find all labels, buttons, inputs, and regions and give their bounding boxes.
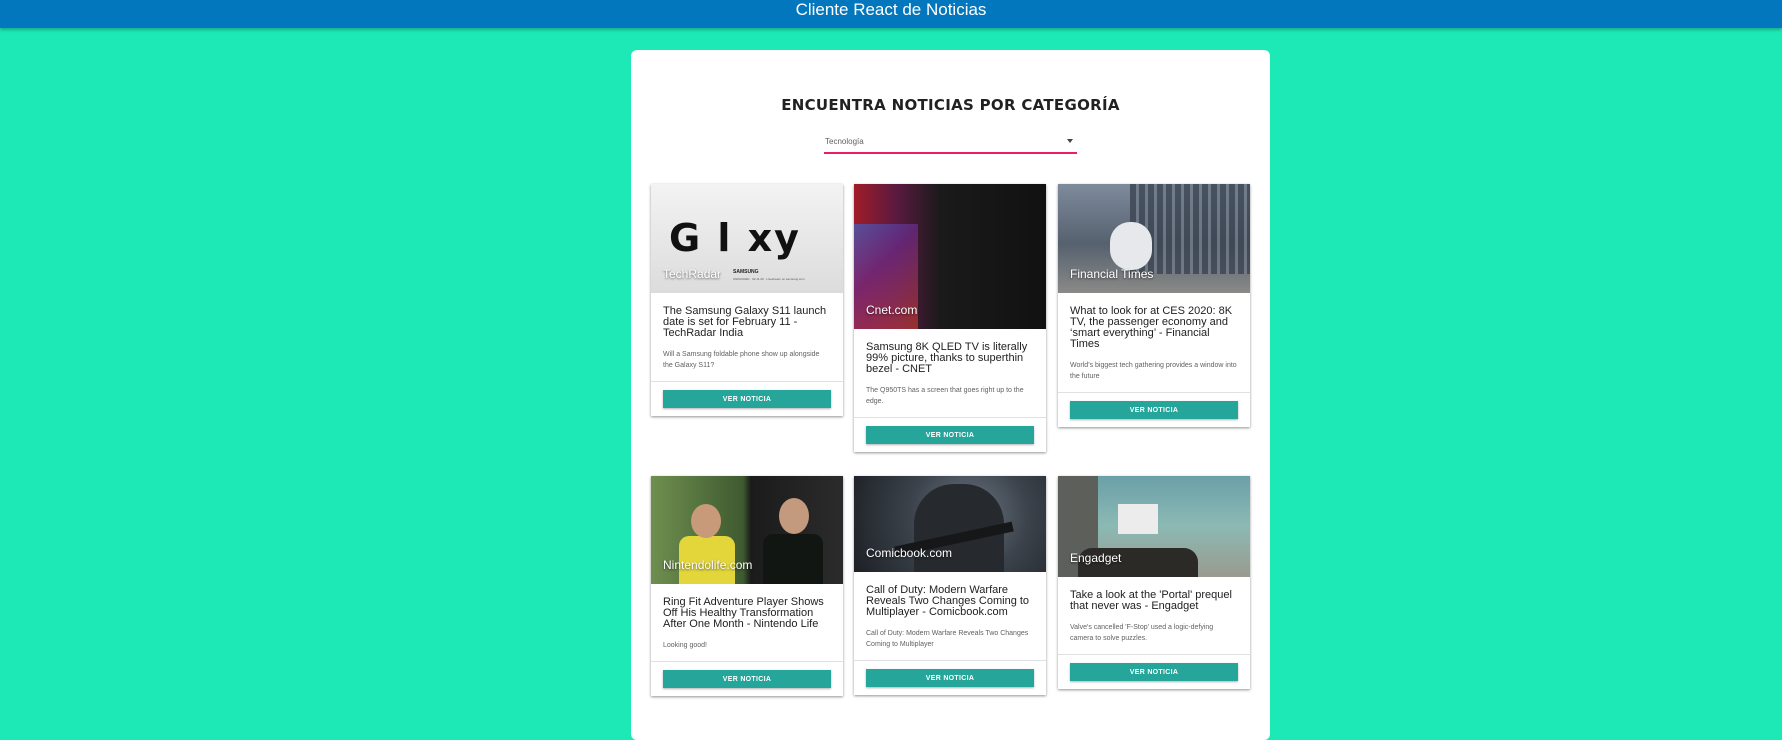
app-header: Cliente React de Noticias	[0, 0, 1782, 28]
news-card: Cnet.com Samsung 8K QLED TV is literally…	[854, 184, 1046, 452]
person-graphic	[691, 504, 721, 538]
news-card-title: Take a look at the 'Portal' prequel that…	[1070, 589, 1232, 612]
ver-noticia-button[interactable]: VER NOTICIA	[866, 669, 1034, 687]
news-card: G l xy SAMSUNG UNPACKED · 02.11.20 · Liv…	[651, 184, 843, 416]
news-card-title: The Samsung Galaxy S11 launch date is se…	[663, 305, 827, 339]
chevron-down-icon	[1067, 139, 1073, 143]
news-card-image: Financial Times	[1058, 184, 1250, 293]
room-graphic	[1118, 504, 1158, 534]
news-card-image: Engadget	[1058, 476, 1250, 577]
news-card-description: Valve's cancelled 'F-Stop' used a logic-…	[1070, 624, 1214, 642]
news-card-source: Cnet.com	[866, 303, 918, 317]
ver-noticia-button[interactable]: VER NOTICIA	[1070, 401, 1238, 419]
news-card-description: Looking good!	[663, 642, 707, 649]
news-card-source: Financial Times	[1070, 267, 1154, 281]
news-card-title: Call of Duty: Modern Warfare Reveals Two…	[866, 584, 1030, 618]
app-title: Cliente React de Noticias	[795, 0, 987, 19]
news-card-description: Will a Samsung foldable phone show up al…	[663, 351, 820, 369]
vehicle-graphic	[1110, 222, 1152, 270]
news-card-image: G l xy SAMSUNG UNPACKED · 02.11.20 · Liv…	[651, 184, 843, 293]
news-card-description: Call of Duty: Modern Warfare Reveals Two…	[866, 630, 1029, 648]
samsung-logo-text: SAMSUNG	[733, 269, 759, 275]
person-graphic	[763, 534, 823, 584]
unpacked-fine-text: UNPACKED · 02.11.20 · Livestream on sams…	[733, 277, 805, 281]
news-card-title: What to look for at CES 2020: 8K TV, the…	[1070, 305, 1233, 350]
news-card-source: Nintendolife.com	[663, 558, 753, 572]
news-card-image: Cnet.com	[854, 184, 1046, 329]
galaxy-logo-text: G l xy	[669, 216, 801, 260]
news-card: Comicbook.com Call of Duty: Modern Warfa…	[854, 476, 1046, 695]
news-card-image: Comicbook.com	[854, 476, 1046, 572]
news-card-source: TechRadar	[663, 267, 722, 281]
page-title: ENCUENTRA NOTICIAS POR CATEGORÍA	[781, 96, 1120, 114]
news-card: Nintendolife.com Ring Fit Adventure Play…	[651, 476, 843, 696]
news-card-description: World’s biggest tech gathering provides …	[1070, 362, 1237, 380]
news-card-title: Samsung 8K QLED TV is literally 99% pict…	[866, 341, 1028, 375]
news-card: Financial Times What to look for at CES …	[1058, 184, 1250, 427]
category-select[interactable]: Tecnología	[824, 133, 1077, 154]
news-card-source: Comicbook.com	[866, 546, 953, 560]
news-card: Engadget Take a look at the 'Portal' pre…	[1058, 476, 1250, 689]
news-card-title: Ring Fit Adventure Player Shows Off His …	[663, 596, 824, 630]
ver-noticia-button[interactable]: VER NOTICIA	[663, 670, 831, 688]
news-card-description: The Q950TS has a screen that goes right …	[866, 387, 1024, 405]
ver-noticia-button[interactable]: VER NOTICIA	[866, 426, 1034, 444]
ver-noticia-button[interactable]: VER NOTICIA	[663, 390, 831, 408]
person-graphic	[779, 498, 809, 534]
main-panel: ENCUENTRA NOTICIAS POR CATEGORÍA Tecnolo…	[631, 50, 1270, 740]
category-select-value: Tecnología	[825, 137, 864, 146]
ver-noticia-button[interactable]: VER NOTICIA	[1070, 663, 1238, 681]
news-card-image: Nintendolife.com	[651, 476, 843, 584]
news-card-source: Engadget	[1070, 551, 1122, 565]
